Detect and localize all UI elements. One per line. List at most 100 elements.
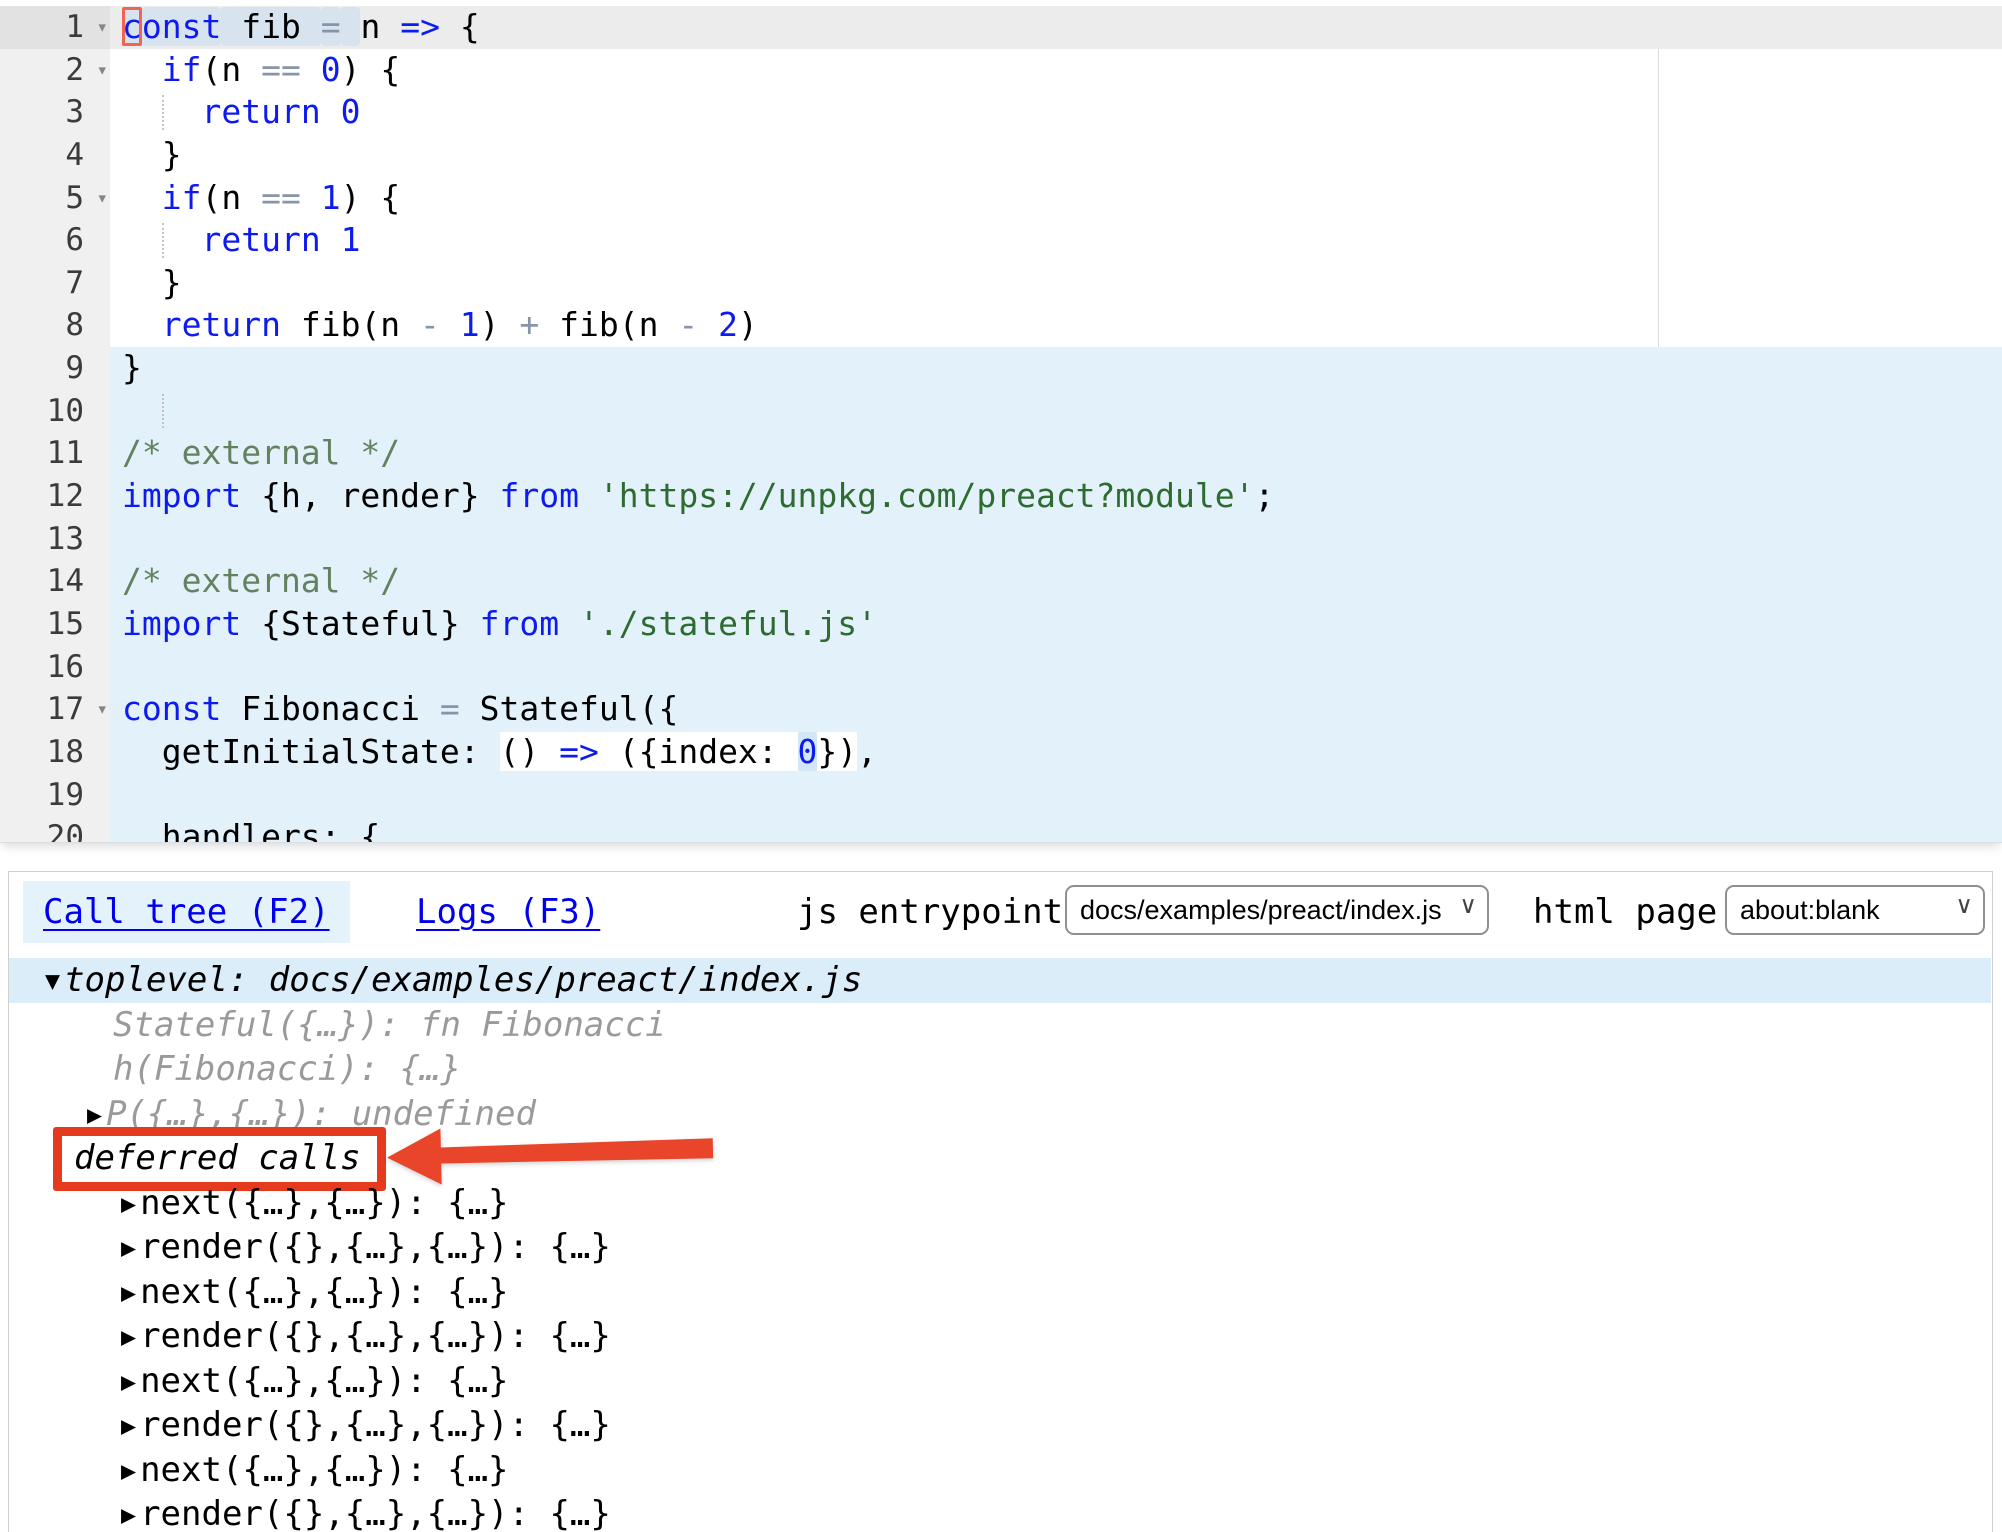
indent-guide bbox=[162, 394, 164, 429]
logs-link[interactable]: Logs (F3) bbox=[416, 892, 600, 932]
code-token: => bbox=[400, 7, 440, 46]
html-page-select[interactable]: about:blank bbox=[1725, 885, 1985, 935]
line-number: 14 bbox=[0, 560, 110, 603]
code-token bbox=[301, 50, 321, 89]
js-entrypoint-select[interactable]: docs/examples/preact/index.js bbox=[1065, 885, 1489, 935]
indent-guide bbox=[162, 95, 164, 130]
code-line[interactable]: if(n == 0) { bbox=[110, 49, 2002, 92]
collapsed-arrow-icon[interactable]: ▶ bbox=[121, 1322, 140, 1351]
fold-arrow-icon[interactable]: ▾ bbox=[97, 6, 108, 49]
call-tree-row-label: render({},{…},{…}): {…} bbox=[140, 1405, 611, 1445]
code-token: /* external */ bbox=[122, 561, 400, 600]
code-line[interactable] bbox=[110, 646, 2002, 689]
line-number: 11 bbox=[0, 432, 110, 475]
code-line[interactable]: import {Stateful} from './stateful.js' bbox=[110, 603, 2002, 646]
code-line[interactable] bbox=[110, 390, 2002, 433]
code-token bbox=[301, 178, 321, 217]
collapsed-arrow-icon[interactable]: ▶ bbox=[121, 1500, 140, 1529]
fold-arrow-icon[interactable]: ▾ bbox=[97, 688, 108, 731]
expanded-arrow-icon[interactable]: ▼ bbox=[45, 966, 64, 995]
code-line[interactable]: if(n == 1) { bbox=[110, 177, 2002, 220]
call-tree-row[interactable]: ▶next({…},{…}): {…} bbox=[9, 1181, 1991, 1226]
code-token: ) { bbox=[341, 178, 401, 217]
call-tree-row[interactable]: ▶render({},{…},{…}): {…} bbox=[9, 1492, 1991, 1532]
code-token: 0 bbox=[321, 50, 341, 89]
code-line[interactable]: getInitialState: () => ({index: 0}), bbox=[110, 731, 2002, 774]
call-tree-row-label: next({…},{…}): {…} bbox=[140, 1272, 508, 1312]
code-token: /* external */ bbox=[122, 433, 400, 472]
collapsed-arrow-icon[interactable]: ▶ bbox=[121, 1411, 140, 1440]
code-token: if bbox=[162, 178, 202, 217]
call-tree-row[interactable]: Stateful({…}): fn Fibonacci bbox=[9, 1003, 1991, 1048]
line-number: 18 bbox=[0, 731, 110, 774]
cursor-token: c bbox=[122, 7, 142, 46]
call-tree-row[interactable]: ▶render({},{…},{…}): {…} bbox=[9, 1225, 1991, 1270]
call-tree-row[interactable]: ▶next({…},{…}): {…} bbox=[9, 1270, 1991, 1315]
code-token: import bbox=[122, 476, 241, 515]
code-token: = bbox=[321, 7, 341, 46]
code-line[interactable] bbox=[110, 774, 2002, 817]
collapsed-arrow-icon[interactable]: ▶ bbox=[121, 1456, 140, 1485]
code-token: const bbox=[122, 689, 221, 728]
code-line[interactable]: return 0 bbox=[110, 91, 2002, 134]
editor-code-area[interactable]: const fib = n => { if(n == 0) { return 0… bbox=[110, 6, 2002, 842]
tab-call-tree[interactable]: Call tree (F2) bbox=[23, 881, 350, 943]
code-token: {h, render} bbox=[241, 476, 499, 515]
call-tree-row-label: next({…},{…}): {…} bbox=[140, 1183, 508, 1223]
indent-guide bbox=[162, 223, 164, 258]
call-tree-row[interactable]: ▶render({},{…},{…}): {…} bbox=[9, 1314, 1991, 1359]
collapsed-arrow-icon[interactable]: ▶ bbox=[121, 1189, 140, 1218]
collapsed-arrow-icon[interactable]: ▶ bbox=[87, 1100, 106, 1129]
code-token: (n bbox=[202, 178, 262, 217]
js-entrypoint-select-wrap: docs/examples/preact/index.js ∨ bbox=[1065, 885, 1489, 935]
code-token: 0 bbox=[341, 92, 361, 131]
code-token: return bbox=[162, 305, 281, 344]
fold-arrow-icon[interactable]: ▾ bbox=[97, 177, 108, 220]
call-tree-row[interactable]: ▶render({},{…},{…}): {…} bbox=[9, 1403, 1991, 1448]
code-token: fib bbox=[221, 7, 320, 46]
line-number: 10 bbox=[0, 390, 110, 433]
line-number: 1▾ bbox=[0, 6, 110, 49]
code-line[interactable]: } bbox=[110, 347, 2002, 390]
deferred-calls-row[interactable]: deferred calls bbox=[9, 1136, 1991, 1181]
code-line[interactable]: return fib(n - 1) + fib(n - 2) bbox=[110, 304, 2002, 347]
line-number: 6 bbox=[0, 219, 110, 262]
code-line[interactable]: import {h, render} from 'https://unpkg.c… bbox=[110, 475, 2002, 518]
call-tree-row[interactable]: ▶next({…},{…}): {…} bbox=[9, 1359, 1991, 1404]
code-line[interactable]: return 1 bbox=[110, 219, 2002, 262]
line-number: 3 bbox=[0, 91, 110, 134]
call-tree-link[interactable]: Call tree (F2) bbox=[43, 892, 330, 932]
code-line[interactable]: /* external */ bbox=[110, 432, 2002, 475]
collapsed-arrow-icon[interactable]: ▶ bbox=[121, 1233, 140, 1262]
code-line[interactable]: handlers: { bbox=[110, 816, 2002, 843]
line-number: 7 bbox=[0, 262, 110, 305]
line-number: 20 bbox=[0, 816, 110, 843]
call-tree-row-label: deferred calls bbox=[74, 1138, 361, 1178]
line-number: 15 bbox=[0, 603, 110, 646]
code-editor[interactable]: 1▾2▾345▾67891011121314151617▾181920 cons… bbox=[0, 0, 2002, 843]
code-token: } bbox=[122, 135, 182, 174]
code-line[interactable] bbox=[110, 518, 2002, 561]
code-token bbox=[579, 476, 599, 515]
tab-logs[interactable]: Logs (F3) bbox=[416, 881, 600, 943]
call-tree-row[interactable]: ▶next({…},{…}): {…} bbox=[9, 1448, 1991, 1493]
fold-arrow-icon[interactable]: ▾ bbox=[97, 49, 108, 92]
call-tree: ▼toplevel: docs/examples/preact/index.js… bbox=[9, 958, 1991, 1532]
code-line[interactable]: } bbox=[110, 262, 2002, 305]
code-line[interactable]: } bbox=[110, 134, 2002, 177]
collapsed-arrow-icon[interactable]: ▶ bbox=[121, 1367, 140, 1396]
code-token: 1 bbox=[460, 305, 480, 344]
code-line[interactable]: const Fibonacci = Stateful({ bbox=[110, 688, 2002, 731]
call-tree-row-label: next({…},{…}): {…} bbox=[140, 1450, 508, 1490]
code-token bbox=[321, 220, 341, 259]
code-token: handlers: { bbox=[122, 817, 380, 843]
code-line[interactable]: /* external */ bbox=[110, 560, 2002, 603]
call-tree-row[interactable]: ▼toplevel: docs/examples/preact/index.js bbox=[9, 958, 1991, 1003]
line-number: 17▾ bbox=[0, 688, 110, 731]
code-token: , bbox=[857, 732, 877, 771]
debugger-panel: Call tree (F2) Logs (F3) js entrypoint d… bbox=[8, 871, 1993, 1532]
call-tree-row[interactable]: h(Fibonacci): {…} bbox=[9, 1047, 1991, 1092]
line-number: 4 bbox=[0, 134, 110, 177]
collapsed-arrow-icon[interactable]: ▶ bbox=[121, 1278, 140, 1307]
code-line[interactable]: const fib = n => { bbox=[110, 6, 2002, 49]
